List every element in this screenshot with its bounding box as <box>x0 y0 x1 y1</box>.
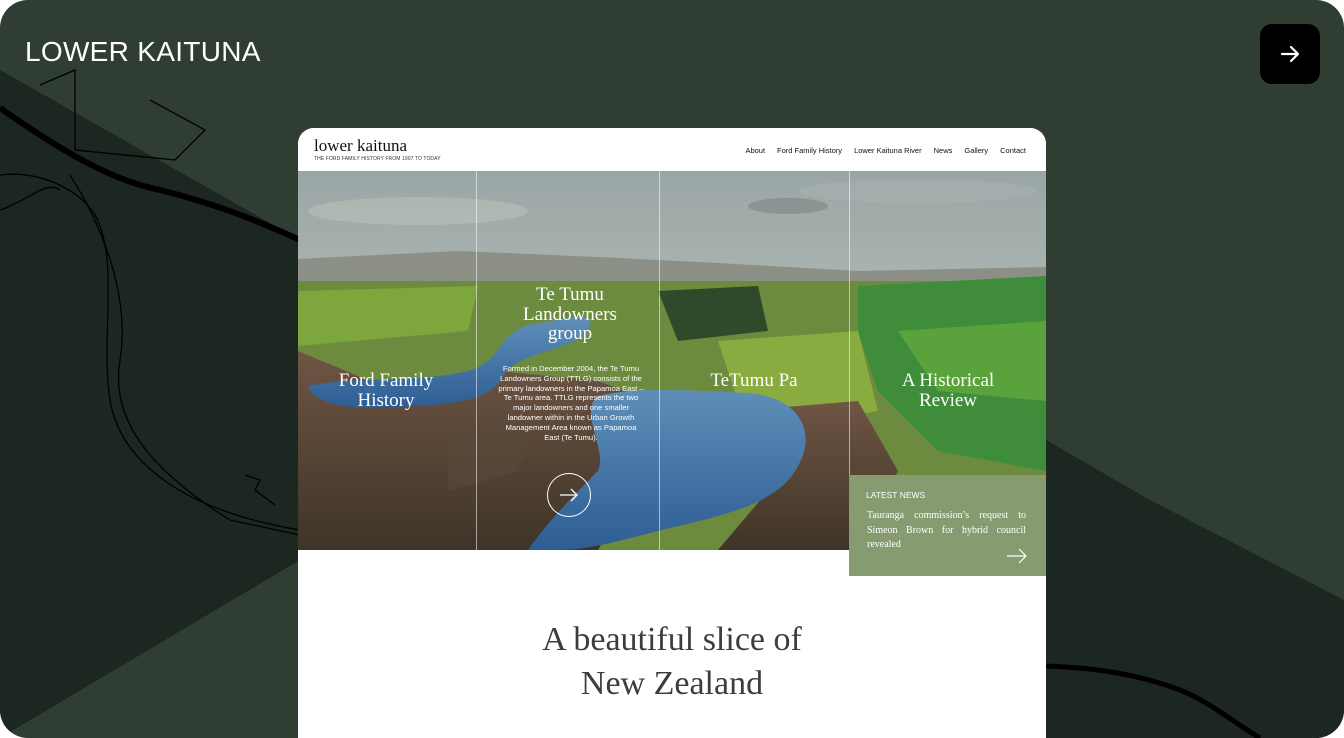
panel-title-tetumu-pa[interactable]: TeTumu Pa <box>684 371 824 391</box>
nav-ford-family-history[interactable]: Ford Family History <box>777 146 842 155</box>
card-title: LOWER KAITUNA <box>25 36 261 67</box>
panel-description-te-tumu-landowners: Formed in December 2004, the Te Tumu Lan… <box>498 364 644 442</box>
nav-gallery[interactable]: Gallery <box>964 146 988 155</box>
arrow-right-icon[interactable] <box>1006 548 1028 564</box>
logo-tagline: THE FORD FAMILY HISTORY FROM 1907 TO TOD… <box>314 156 441 162</box>
news-headline[interactable]: Tauranga commission’s request to Simeon … <box>867 509 1026 553</box>
nav-about[interactable]: About <box>745 146 765 155</box>
website-preview: lower kaituna THE FORD FAMILY HISTORY FR… <box>298 128 1046 738</box>
panel-divider <box>659 171 660 550</box>
panel-arrow-button[interactable] <box>547 473 591 517</box>
logo-name: lower kaituna <box>314 136 407 155</box>
arrow-right-icon <box>1280 45 1300 63</box>
nav-lower-kaituna-river[interactable]: Lower Kaituna River <box>854 146 922 155</box>
site-logo[interactable]: lower kaituna THE FORD FAMILY HISTORY FR… <box>314 136 441 163</box>
open-project-button[interactable] <box>1260 24 1320 84</box>
panel-title-historical-review[interactable]: A Historical Review <box>886 371 1010 410</box>
nav-news[interactable]: News <box>934 146 953 155</box>
panel-title-te-tumu-landowners[interactable]: Te Tumu Landowners group <box>505 285 635 344</box>
latest-news-card[interactable]: LATEST NEWS Tauranga commission’s reques… <box>849 475 1046 576</box>
news-label: LATEST NEWS <box>866 490 926 500</box>
arrow-right-icon <box>560 488 578 502</box>
project-card: LOWER KAITUNA lower kaituna THE FORD FAM… <box>0 0 1344 738</box>
panel-divider <box>476 171 477 550</box>
intro-heading-line-2: New Zealand <box>580 665 764 702</box>
intro-heading: A beautiful slice of New Zealand <box>298 618 1046 706</box>
panel-title-ford-family-history[interactable]: Ford Family History <box>326 371 446 410</box>
main-nav: About Ford Family History Lower Kaituna … <box>745 146 1026 155</box>
nav-contact[interactable]: Contact <box>1000 146 1026 155</box>
intro-heading-line-1: A beautiful slice of <box>542 621 802 658</box>
site-header: lower kaituna THE FORD FAMILY HISTORY FR… <box>298 128 1046 171</box>
